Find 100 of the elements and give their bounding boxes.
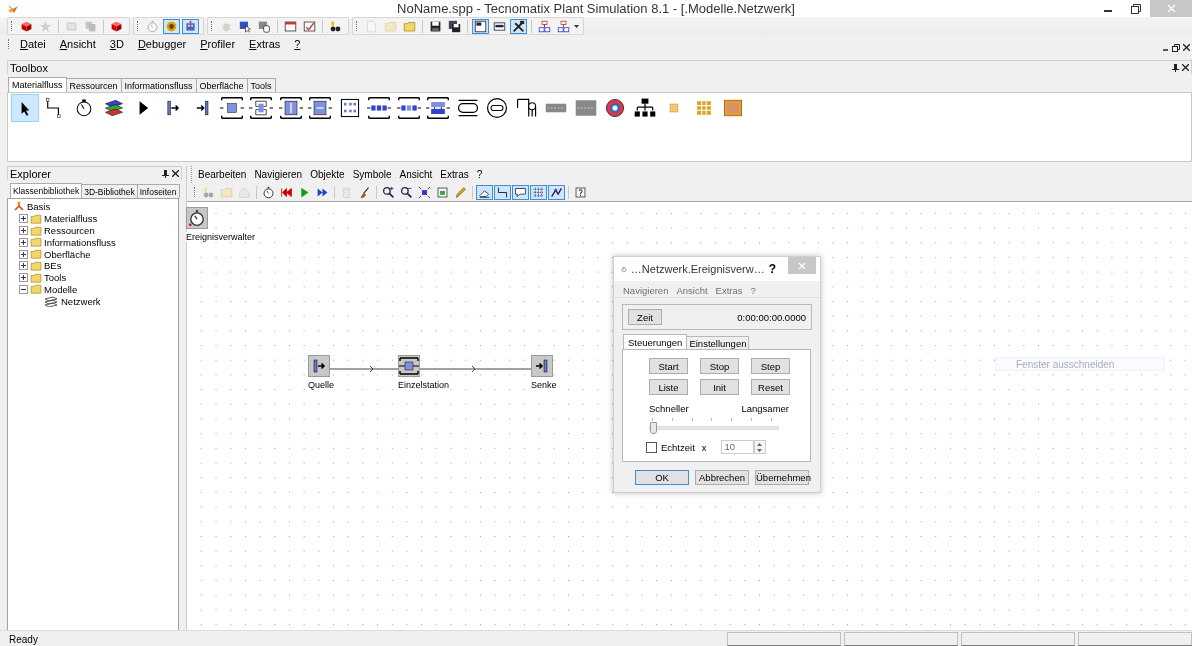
checkbox[interactable] bbox=[646, 441, 657, 453]
tool-button[interactable] bbox=[365, 94, 393, 122]
pin-icon[interactable] bbox=[162, 169, 169, 178]
close-icon[interactable] bbox=[1182, 63, 1189, 71]
toolbar-button[interactable] bbox=[472, 18, 489, 34]
help-button[interactable]: ? bbox=[768, 262, 777, 276]
tool-button[interactable] bbox=[11, 94, 39, 122]
menu-item[interactable]: Extras bbox=[242, 37, 288, 50]
image-icon bbox=[436, 185, 449, 199]
time-button[interactable]: Zeit bbox=[628, 309, 662, 325]
tree-item[interactable]: Tools bbox=[44, 272, 67, 284]
tab[interactable]: 3D-Bibliothek bbox=[81, 184, 138, 198]
copy-icon bbox=[84, 19, 97, 33]
menu-item[interactable]: ? bbox=[750, 283, 756, 297]
menu-item[interactable]: 3D bbox=[102, 37, 131, 50]
menu-item[interactable]: Ansicht bbox=[52, 37, 103, 50]
tree-item[interactable]: Materialfluss bbox=[44, 213, 98, 225]
tool-button[interactable] bbox=[306, 94, 334, 122]
toolbar-button[interactable] bbox=[163, 18, 180, 34]
toolbar-button[interactable] bbox=[398, 184, 415, 200]
tab[interactable]: Einstellungen bbox=[686, 336, 750, 349]
toolbar-button[interactable] bbox=[260, 184, 277, 200]
expander-icon[interactable] bbox=[19, 214, 28, 224]
control-button[interactable]: Stop bbox=[700, 358, 739, 374]
tab[interactable]: Steuerungen bbox=[623, 334, 688, 349]
input-field[interactable]: 10 bbox=[720, 440, 754, 454]
toolbar-button[interactable] bbox=[510, 18, 527, 34]
menu-item[interactable]: Ansicht bbox=[395, 169, 437, 180]
menu-item[interactable]: Navigieren bbox=[623, 283, 669, 297]
document-icon bbox=[365, 19, 378, 33]
expander-icon[interactable] bbox=[19, 273, 28, 283]
panel-title: Toolbox bbox=[10, 61, 48, 74]
close-icon[interactable] bbox=[172, 169, 179, 177]
menu-item[interactable]: Bearbeiten bbox=[194, 169, 251, 180]
bar-arrow-icon bbox=[311, 358, 327, 374]
menu-item[interactable]: Debugger bbox=[130, 37, 194, 50]
tool-button[interactable] bbox=[424, 94, 452, 122]
tab[interactable]: Materialfluss bbox=[8, 77, 67, 92]
tree-item[interactable]: Ressourcen bbox=[44, 225, 95, 236]
menu-item[interactable]: Navigieren bbox=[250, 169, 307, 180]
toolbar-button[interactable] bbox=[512, 184, 529, 200]
expander-icon[interactable] bbox=[19, 226, 28, 235]
dialog-button[interactable]: OK bbox=[635, 470, 689, 485]
tab[interactable]: Tools bbox=[246, 78, 276, 92]
menu-item[interactable]: Ansicht bbox=[676, 283, 708, 297]
menu-item[interactable]: Datei bbox=[13, 37, 53, 50]
tree-item[interactable]: Informationsfluss bbox=[44, 236, 116, 248]
pencil-icon bbox=[454, 185, 467, 199]
layers-icon bbox=[43, 295, 59, 307]
tool-button[interactable] bbox=[217, 94, 246, 122]
expander-icon[interactable] bbox=[19, 237, 28, 247]
tab[interactable]: Oberfläche bbox=[195, 78, 248, 92]
toolbar-button[interactable] bbox=[494, 184, 511, 200]
folder-icon bbox=[30, 283, 42, 296]
expander-icon[interactable] bbox=[19, 284, 28, 294]
close-icon[interactable] bbox=[1183, 44, 1190, 51]
tab[interactable]: Informationsfluss bbox=[120, 78, 197, 92]
control-button[interactable]: Start bbox=[649, 358, 688, 374]
tab[interactable]: Ressourcen bbox=[65, 78, 122, 92]
tool-button[interactable] bbox=[247, 94, 275, 122]
dialog-button[interactable]: Übernehmen bbox=[755, 470, 809, 485]
dialog-button[interactable]: Abbrechen bbox=[695, 470, 749, 485]
control-button[interactable]: Step bbox=[751, 358, 790, 374]
toolbar-button[interactable] bbox=[416, 184, 433, 200]
expander-icon[interactable] bbox=[19, 249, 28, 259]
object-block[interactable] bbox=[531, 355, 553, 377]
tree-item[interactable]: Modelle bbox=[44, 283, 78, 295]
pin-icon[interactable] bbox=[1172, 63, 1179, 72]
dropdown-caret-icon[interactable] bbox=[574, 24, 579, 28]
tab[interactable]: Infoseiten bbox=[136, 184, 180, 198]
tool-button[interactable] bbox=[394, 94, 423, 122]
control-button[interactable]: Reset bbox=[751, 379, 790, 395]
restore-icon[interactable] bbox=[1172, 44, 1180, 52]
toolbar-button[interactable] bbox=[476, 184, 493, 200]
menu-item[interactable]: Extras bbox=[436, 169, 473, 180]
tree-item[interactable]: Netzwerk bbox=[61, 295, 101, 307]
object-block[interactable] bbox=[186, 207, 208, 229]
control-button[interactable]: Init bbox=[700, 379, 739, 395]
object-block[interactable] bbox=[398, 355, 420, 377]
object-block[interactable] bbox=[308, 355, 330, 377]
tree-item[interactable]: Oberfläche bbox=[44, 248, 91, 260]
tree-item[interactable]: Basis bbox=[27, 201, 51, 213]
menu-item[interactable]: Objekte bbox=[306, 169, 349, 180]
menu-item[interactable]: Profiler bbox=[193, 37, 243, 50]
menu-item[interactable]: ? bbox=[287, 37, 308, 50]
toolbar-button[interactable] bbox=[380, 184, 397, 200]
toolbar-button[interactable] bbox=[446, 18, 463, 34]
menu-item[interactable]: Extras bbox=[715, 283, 743, 297]
tree-item[interactable]: BEs bbox=[44, 260, 62, 272]
folder-icon bbox=[30, 248, 42, 261]
expander-icon[interactable] bbox=[19, 261, 28, 271]
menu-item[interactable]: ? bbox=[472, 169, 487, 180]
control-button[interactable]: Liste bbox=[649, 379, 688, 395]
toolbar-button[interactable] bbox=[548, 184, 565, 200]
object-label: Ereignisverwalter bbox=[186, 232, 256, 242]
slider-thumb[interactable] bbox=[650, 422, 657, 434]
tool-button[interactable] bbox=[276, 94, 305, 122]
menu-item[interactable]: Symbole bbox=[348, 169, 396, 180]
tab[interactable]: Klassenbibliothek bbox=[10, 183, 83, 198]
transfer-station-icon bbox=[426, 96, 450, 120]
